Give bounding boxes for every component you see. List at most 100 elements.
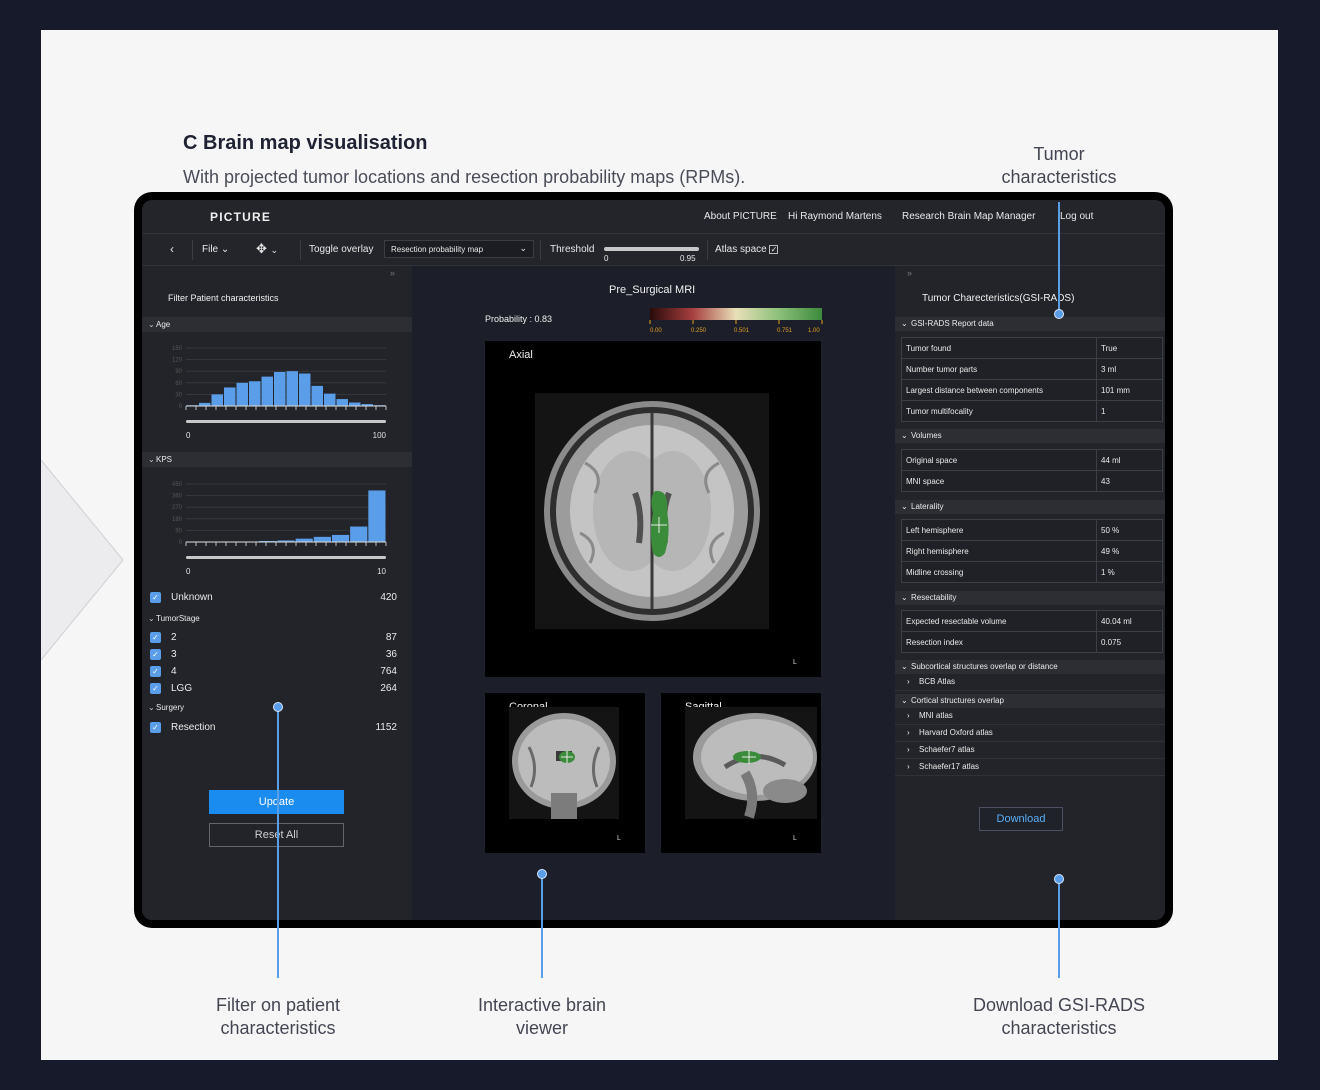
chevron-down-icon: ⌄ — [901, 431, 908, 440]
toolbar: ‹ File ⌄ ✥ ⌄ Toggle overlay Resection pr… — [142, 234, 1165, 266]
section-resectability[interactable]: ⌄ Resectability — [895, 591, 1165, 605]
section-volumes-label: Volumes — [911, 431, 942, 440]
coronal-view[interactable]: Coronal L — [485, 693, 645, 853]
toggle-overlay-label: Toggle overlay — [309, 244, 374, 255]
brand-logo: PICTURE — [210, 210, 272, 224]
row-key: Resection index — [901, 631, 1097, 653]
filter-stage-3[interactable]: ✓ 3 36 — [150, 649, 397, 660]
checkbox[interactable]: ✓ — [150, 722, 161, 733]
kps-bar — [331, 534, 350, 542]
atlas-harvard-oxford[interactable]: › Harvard Oxford atlas — [895, 725, 1165, 742]
filter-stage-label: 3 — [171, 649, 177, 661]
callout-line — [1058, 880, 1060, 978]
filter-resection[interactable]: ✓ Resection 1152 — [150, 722, 397, 733]
axial-view[interactable]: Axial L — [485, 341, 821, 677]
chevron-right-icon: › — [907, 728, 910, 737]
chevron-down-icon: ⌄ — [148, 614, 155, 623]
chevron-down-icon: ⌄ — [148, 455, 155, 464]
atlas-space-toggle[interactable]: Atlas space ✓ — [715, 244, 779, 255]
callout-tumor-characteristics: Tumor characteristics — [1001, 144, 1117, 187]
colorbar-tick: 0.501 — [734, 328, 750, 334]
kps-bar — [295, 538, 313, 542]
collapse-panel-icon[interactable]: » — [390, 268, 395, 278]
y-tick-label: 450 — [172, 482, 183, 488]
age-bar — [286, 371, 298, 406]
filter-stage-4[interactable]: ✓ 4 764 — [150, 666, 397, 677]
age-bar — [311, 385, 323, 406]
filter-stage-2[interactable]: ✓ 2 87 — [150, 632, 397, 643]
section-cortical-label: Cortical structures overlap — [911, 696, 1004, 705]
table-row: MNI space 43 — [901, 470, 1163, 492]
row-value: 101 mm — [1096, 379, 1163, 401]
kps-range-slider[interactable] — [186, 556, 386, 559]
checkbox[interactable]: ✓ — [150, 683, 161, 694]
checkbox[interactable]: ✓ — [150, 592, 161, 603]
filter-stage-count: 36 — [385, 649, 397, 660]
section-laterality[interactable]: ⌄ Laterality — [895, 500, 1165, 514]
callout-filter: Filter on patient characteristics — [215, 995, 341, 1038]
probability-colorbar: 0.00 0.250 0.501 0.751 1.00 — [649, 308, 823, 334]
atlas-schaefer7[interactable]: › Schaefer7 atlas — [895, 742, 1165, 759]
checkbox[interactable]: ✓ — [150, 666, 161, 677]
chevron-down-icon: ⌄ — [901, 319, 908, 328]
atlas-bcb[interactable]: › BCB Atlas — [895, 674, 1165, 691]
filter-unknown-label: Unknown — [171, 592, 213, 604]
atlas-schaefer17[interactable]: › Schaefer17 atlas — [895, 759, 1165, 776]
resectability-table: Expected resectable volume 40.04 ml Resec… — [901, 610, 1163, 653]
x-min-label: 0 — [186, 431, 191, 440]
divider — [300, 240, 301, 260]
file-menu[interactable]: File ⌄ — [202, 244, 229, 255]
download-button[interactable]: Download — [979, 807, 1063, 831]
collapse-panel-icon[interactable]: » — [907, 268, 912, 278]
y-tick-label: 90 — [175, 528, 182, 534]
row-value: 1 % — [1096, 561, 1163, 583]
atlas-label: MNI atlas — [919, 711, 953, 720]
row-key: Number tumor parts — [901, 358, 1097, 380]
chevron-down-icon: ⌄ — [901, 502, 908, 511]
filter-stage-lgg[interactable]: ✓ LGG 264 — [150, 683, 397, 694]
filter-unknown[interactable]: ✓ Unknown 420 — [150, 592, 397, 603]
row-value: True — [1096, 337, 1163, 359]
row-value: 0.075 — [1096, 631, 1163, 653]
checkbox[interactable]: ✓ — [150, 632, 161, 643]
section-kps[interactable]: ⌄KPS — [142, 452, 412, 467]
section-subcortical-label: Subcortical structures overlap or distan… — [911, 662, 1058, 671]
nav-research-manager[interactable]: Research Brain Map Manager — [902, 211, 1035, 222]
atlas-space-checkbox[interactable]: ✓ — [769, 244, 779, 254]
top-bar: PICTURE About PICTURE Hi Raymond Martens… — [142, 200, 1165, 234]
section-age[interactable]: ⌄Age — [142, 317, 412, 332]
row-key: Tumor found — [901, 337, 1097, 359]
callout-dot — [1054, 309, 1064, 319]
sagittal-view[interactable]: Sagittal L — [661, 693, 821, 853]
callout-viewer: Interactive brain viewer — [477, 995, 607, 1038]
row-key: Midline crossing — [901, 561, 1097, 583]
table-row: Resection index 0.075 — [901, 631, 1163, 653]
checkbox[interactable]: ✓ — [150, 649, 161, 660]
y-tick-label: 30 — [175, 392, 182, 398]
row-value: 40.04 ml — [1096, 610, 1163, 632]
y-tick-label: 0 — [179, 404, 183, 410]
chevron-left-icon[interactable]: ‹ — [170, 242, 174, 256]
nav-logout[interactable]: Log out — [1060, 211, 1093, 222]
section-cortical[interactable]: ⌄ Cortical structures overlap — [895, 694, 1165, 708]
move-arrows-icon[interactable]: ✥ ⌄ — [256, 241, 278, 257]
nav-about[interactable]: About PICTURE — [704, 211, 777, 222]
figure-subheading: With projected tumor locations and resec… — [183, 167, 746, 187]
section-gsi-rads-report[interactable]: ⌄ GSI-RADS Report data — [895, 317, 1165, 331]
overlay-select[interactable]: Resection probability map ⌄ — [384, 240, 534, 258]
chevron-down-icon: ⌄ — [270, 245, 279, 255]
threshold-slider[interactable] — [604, 247, 699, 251]
section-subcortical[interactable]: ⌄ Subcortical structures overlap or dista… — [895, 660, 1165, 674]
nav-user-greeting[interactable]: Hi Raymond Martens — [788, 211, 882, 222]
atlas-mni[interactable]: › MNI atlas — [895, 708, 1165, 725]
row-value: 3 ml — [1096, 358, 1163, 380]
filter-unknown-count: 420 — [380, 592, 397, 603]
callout-line — [277, 708, 279, 978]
section-tumor-stage[interactable]: ⌄TumorStage — [142, 611, 412, 626]
brain-viewer: Pre_Surgical MRI Probability : 0.83 0.00… — [412, 266, 895, 920]
row-key: Left hemisphere — [901, 519, 1097, 541]
chevron-down-icon: ⌄ — [148, 320, 155, 329]
coronal-brain-image — [509, 707, 619, 819]
section-volumes[interactable]: ⌄ Volumes — [895, 429, 1165, 443]
age-range-slider[interactable] — [186, 420, 386, 423]
